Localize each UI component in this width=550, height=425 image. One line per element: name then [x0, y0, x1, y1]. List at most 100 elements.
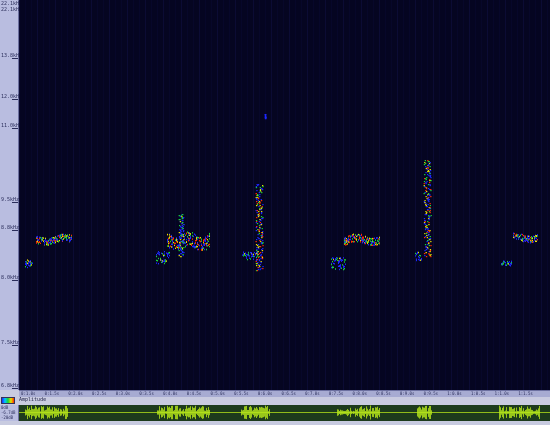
spectrogram-cell	[172, 237, 173, 239]
spectrogram-cell	[428, 175, 430, 177]
spectrogram-cell	[423, 218, 426, 220]
spectrogram-cell	[160, 259, 161, 261]
spectrogram-canvas[interactable]	[19, 0, 550, 390]
waveform-view[interactable]	[19, 405, 550, 421]
spectrogram-cell	[189, 234, 190, 236]
spectrogram-cell	[359, 234, 360, 236]
spectrogram-cell	[369, 237, 370, 240]
spectrogram-cell	[346, 240, 347, 242]
color-palette-icon[interactable]	[1, 397, 15, 404]
spectrogram-cell	[172, 238, 173, 241]
spectrogram-cell	[528, 237, 529, 240]
waveform-sample	[253, 409, 254, 416]
spectrogram-cell	[171, 243, 172, 245]
spectrogram-cell	[45, 237, 46, 240]
spectrogram-cell	[256, 239, 258, 241]
spectrogram-cell	[429, 180, 431, 182]
spectrogram-cell	[425, 166, 427, 168]
spectrogram-cell	[63, 235, 64, 237]
spectrogram-cell	[525, 240, 526, 242]
spectrogram-cell	[417, 251, 418, 254]
spectrogram-cell	[257, 185, 259, 187]
spectrogram-cell	[347, 240, 348, 242]
spectrogram-column	[79, 0, 80, 390]
spectrogram-cell	[29, 261, 30, 264]
spectrogram-column	[349, 0, 350, 390]
spectrogram-cell	[167, 241, 168, 243]
spectrogram-cell	[506, 264, 507, 266]
amplitude-ruler[interactable]: 0dB -6.7dB -20dB	[0, 405, 19, 421]
spectrogram-cell	[378, 238, 379, 240]
spectrogram-cell	[208, 244, 209, 247]
spectrogram-cell	[425, 179, 427, 181]
spectrogram-cell	[379, 242, 380, 244]
spectrogram-cell	[258, 196, 261, 198]
spectrogram-cell	[341, 260, 342, 262]
spectrogram-cell	[41, 240, 42, 242]
spectrogram-cell	[260, 209, 262, 211]
spectrogram-cell	[362, 239, 363, 241]
spectrogram-cell	[161, 259, 162, 261]
spectrogram-cell	[259, 203, 261, 205]
spectrogram-cell	[426, 235, 428, 237]
spectrogram-cell	[515, 234, 516, 237]
spectrogram-view[interactable]	[19, 0, 550, 390]
spectrogram-cell	[365, 242, 366, 245]
spectrogram-cell	[260, 243, 263, 245]
waveform-sample	[267, 406, 268, 420]
spectrogram-cell	[501, 263, 502, 265]
spectrogram-cell	[180, 241, 183, 243]
waveform-sample	[343, 410, 344, 415]
spectrogram-cell	[428, 165, 430, 167]
spectrogram-cell	[71, 234, 72, 237]
spectrogram-cell	[532, 239, 533, 242]
spectrogram-cell	[425, 183, 427, 185]
waveform-sample	[244, 406, 245, 419]
spectrogram-cell	[168, 256, 169, 259]
spectrogram-cell	[46, 242, 47, 244]
spectrogram-cell	[425, 196, 427, 198]
spectrogram-cell	[535, 235, 536, 237]
spectrogram-cell	[170, 235, 171, 238]
spectrogram-cell	[182, 236, 185, 238]
frequency-ruler[interactable]: 22.1kHz 22.1kHz 13.8kHz 12.0kHz 11.0kHz 9.5…	[0, 0, 22, 390]
spectrogram-cell	[164, 254, 165, 257]
spectrogram-column	[289, 0, 290, 390]
spectrogram-column	[409, 0, 410, 390]
spectrogram-cell	[262, 204, 264, 206]
spectrogram-cell	[522, 237, 523, 240]
spectrogram-cell	[209, 245, 210, 248]
spectrogram-cell	[179, 247, 180, 249]
spectrogram-cell	[199, 237, 200, 239]
waveform-sample	[49, 406, 50, 419]
spectrogram-cell	[68, 237, 69, 239]
spectrogram-column	[55, 0, 56, 390]
spectrogram-cell	[51, 239, 52, 241]
amplitude-scale-label: -20dB	[1, 415, 14, 420]
spectrogram-cell	[419, 254, 420, 257]
spectrogram-cell	[205, 243, 206, 245]
spectrogram-cell	[189, 239, 190, 241]
spectrogram-cell	[525, 235, 526, 237]
spectrogram-cell	[430, 190, 432, 192]
spectrogram-cell	[379, 236, 380, 239]
spectrogram-cell	[345, 244, 346, 246]
waveform-canvas[interactable]	[19, 405, 550, 421]
spectrogram-cell	[201, 240, 202, 242]
waveform-sample	[203, 406, 204, 419]
spectrogram-cell	[339, 260, 340, 262]
waveform-sample	[31, 405, 32, 420]
waveform-sample	[176, 405, 177, 420]
spectrogram-cell	[529, 237, 530, 240]
spectrogram-cell	[60, 237, 61, 239]
waveform-sample	[257, 408, 258, 417]
spectrogram-column	[229, 0, 230, 390]
waveform-sample	[338, 409, 339, 416]
spectrogram-cell	[165, 259, 166, 261]
waveform-sample	[266, 407, 267, 418]
spectrogram-cell	[62, 240, 63, 242]
waveform-sample	[188, 407, 189, 418]
spectrogram-cell	[202, 245, 203, 248]
spectrogram-cell	[186, 238, 187, 241]
spectrogram-cell	[209, 238, 210, 240]
